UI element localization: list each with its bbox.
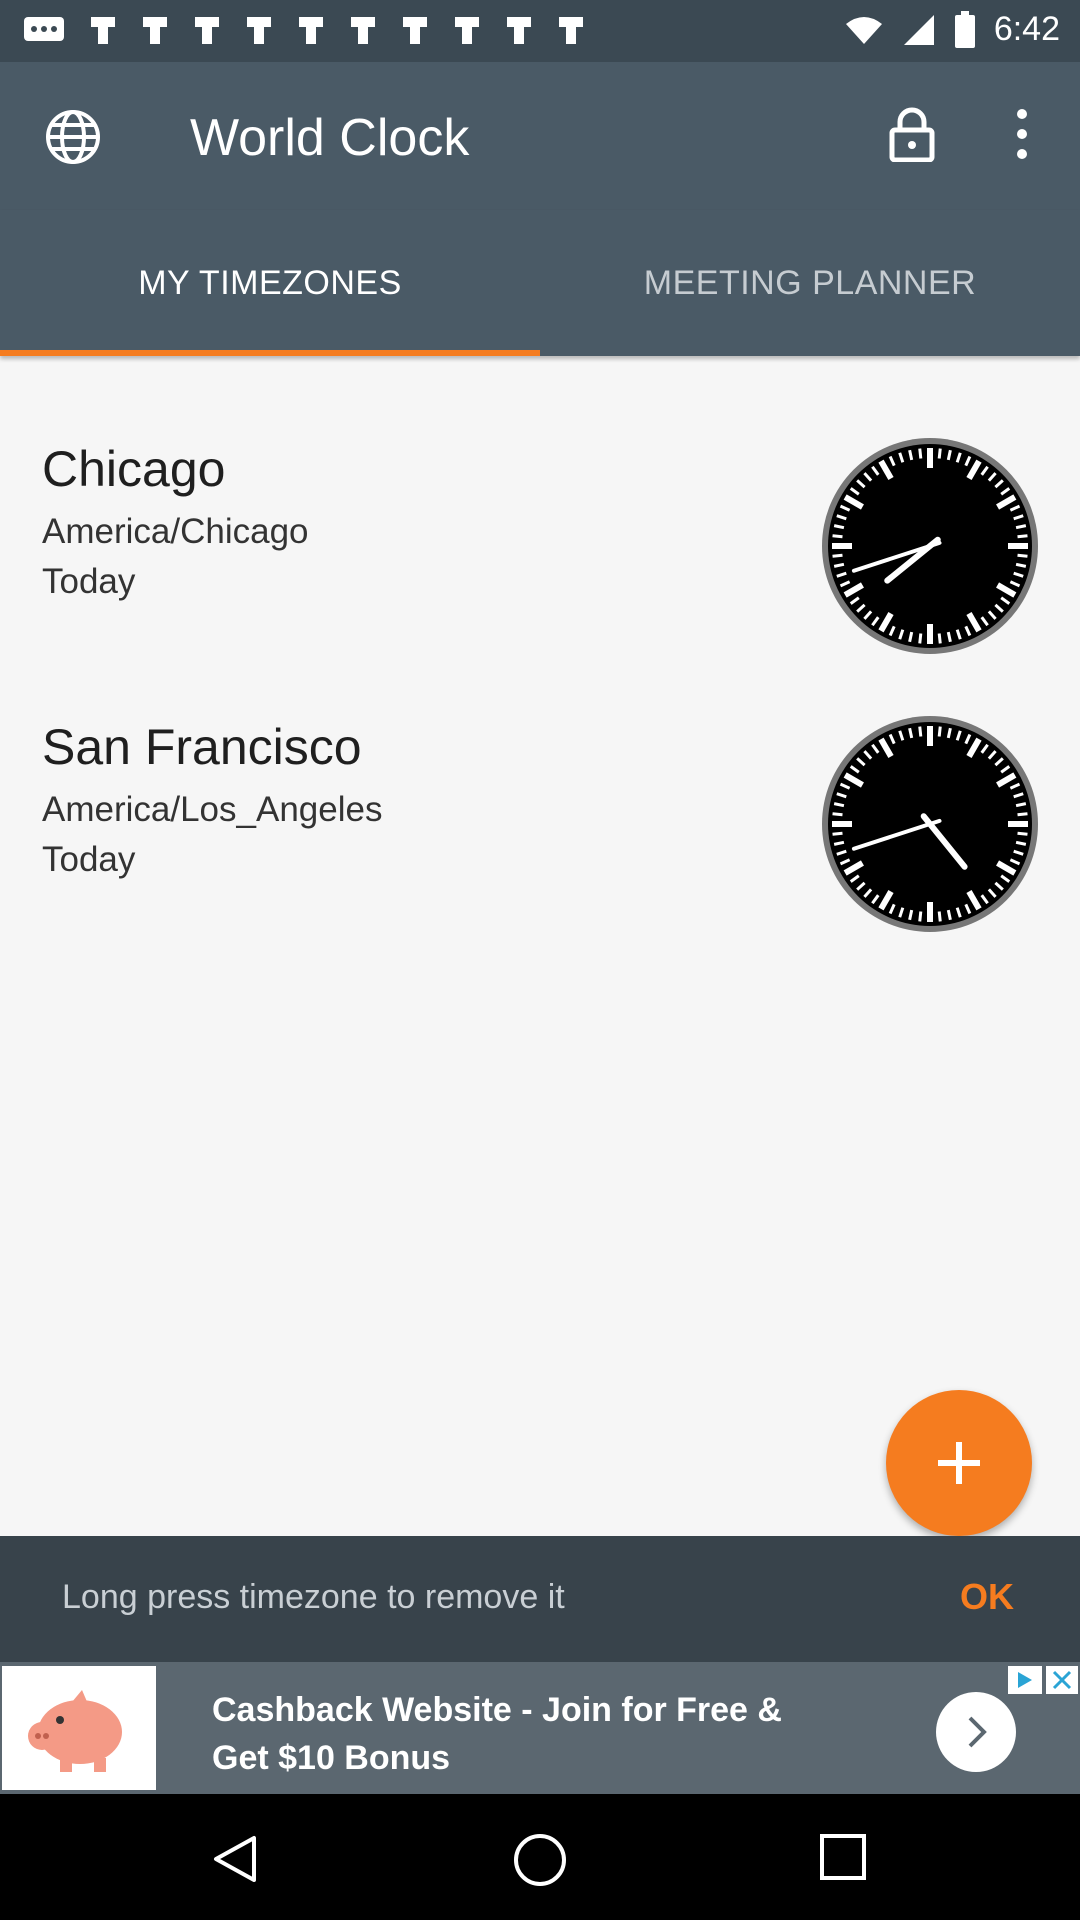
chevron-right-icon: [968, 1716, 987, 1748]
snackbar-ok-button[interactable]: OK: [960, 1576, 1014, 1618]
adchoices-icon[interactable]: [1008, 1666, 1042, 1694]
lock-icon[interactable]: [888, 106, 936, 167]
notification-icon: [351, 17, 375, 44]
minute-tick: [946, 909, 952, 921]
minute-tick: [833, 840, 845, 846]
minute-tick: [833, 562, 845, 568]
minute-tick: [918, 911, 923, 922]
minute-tick: [1015, 802, 1027, 808]
ad-arrow-button[interactable]: [936, 1692, 1016, 1772]
tab-label: MY TIMEZONES: [138, 263, 402, 302]
notification-icon: [559, 17, 583, 44]
minute-tick: [1017, 812, 1028, 817]
minute-tick: [832, 812, 843, 817]
city-name: San Francisco: [42, 719, 362, 775]
minute-tick: [918, 448, 923, 459]
battery-icon: [954, 10, 975, 48]
timezone-row[interactable]: Chicago America/Chicago Today: [0, 400, 1080, 670]
snackbar-message: Long press timezone to remove it: [62, 1578, 565, 1616]
ad-line-2: Get $10 Bonus: [212, 1739, 451, 1777]
status-right: 6:42: [844, 10, 1060, 49]
ad-banner[interactable]: Cashback Website - Join for Free & Get $…: [0, 1662, 1080, 1794]
minute-tick: [1017, 534, 1028, 539]
minute-tick: [833, 524, 845, 530]
home-icon[interactable]: [512, 1832, 568, 1888]
analog-clock: [822, 716, 1038, 932]
add-timezone-button[interactable]: [886, 1390, 1032, 1536]
city-name: Chicago: [42, 441, 226, 497]
add-icon: [938, 1442, 980, 1484]
minute-tick: [832, 534, 843, 539]
minute-tick: [937, 726, 942, 737]
minute-tick: [908, 909, 914, 921]
day-label: Today: [42, 562, 136, 601]
minute-tick: [833, 802, 845, 808]
message-icon: [24, 17, 64, 41]
minute-tick: [832, 831, 843, 836]
minute-tick: [946, 727, 952, 739]
status-bar: 6:42: [0, 0, 1080, 62]
minute-tick: [1015, 562, 1027, 568]
day-label: Today: [42, 840, 136, 879]
timezone-id: America/Los_Angeles: [42, 790, 383, 829]
recents-icon[interactable]: [818, 1832, 868, 1882]
notification-icon: [143, 17, 167, 44]
navigation-bar: [0, 1794, 1080, 1920]
minute-tick: [1015, 840, 1027, 846]
close-icon[interactable]: [1046, 1666, 1078, 1694]
signal-icon: [903, 14, 934, 45]
ad-line-1: Cashback Website - Join for Free &: [212, 1691, 782, 1729]
ad-thumbnail: [2, 1666, 156, 1790]
tab-bar: MY TIMEZONES MEETING PLANNER: [0, 210, 1080, 356]
app-title: World Clock: [190, 109, 470, 167]
minute-tick: [946, 631, 952, 643]
minute-tick: [937, 448, 942, 459]
notification-icons: [22, 14, 586, 46]
status-time: 6:42: [993, 10, 1060, 48]
minute-tick: [908, 631, 914, 643]
piggy-bank-icon: [28, 1690, 122, 1772]
wifi-icon: [845, 16, 882, 44]
minute-tick: [1015, 524, 1027, 530]
timezone-id: America/Chicago: [42, 512, 309, 551]
analog-clock: [822, 438, 1038, 654]
tab-my-timezones[interactable]: MY TIMEZONES: [0, 210, 540, 356]
notification-icon: [403, 17, 427, 44]
minute-tick: [1017, 553, 1028, 558]
app-bar: World Clock: [0, 62, 1080, 210]
minute-tick: [918, 633, 923, 644]
minute-tick: [937, 911, 942, 922]
notification-icon: [455, 17, 479, 44]
more-vert-icon[interactable]: [1010, 104, 1034, 169]
minute-tick: [946, 449, 952, 461]
tab-meeting-planner[interactable]: MEETING PLANNER: [540, 210, 1080, 356]
minute-tick: [908, 727, 914, 739]
tab-indicator: [0, 350, 540, 356]
notification-icon: [91, 17, 115, 44]
timezone-row[interactable]: San Francisco America/Los_Angeles Today: [0, 678, 1080, 948]
notification-icon: [507, 17, 531, 44]
minute-tick: [908, 449, 914, 461]
back-icon[interactable]: [208, 1832, 262, 1886]
notification-icon: [299, 17, 323, 44]
minute-tick: [1017, 831, 1028, 836]
minute-tick: [918, 726, 923, 737]
tab-label: MEETING PLANNER: [643, 263, 977, 302]
globe-icon[interactable]: [44, 108, 102, 171]
minute-tick: [937, 633, 942, 644]
ad-text: Cashback Website - Join for Free & Get $…: [212, 1686, 782, 1782]
snackbar: Long press timezone to remove it OK: [0, 1536, 1080, 1662]
notification-icon: [247, 17, 271, 44]
minute-tick: [832, 553, 843, 558]
notification-icon: [195, 17, 219, 44]
